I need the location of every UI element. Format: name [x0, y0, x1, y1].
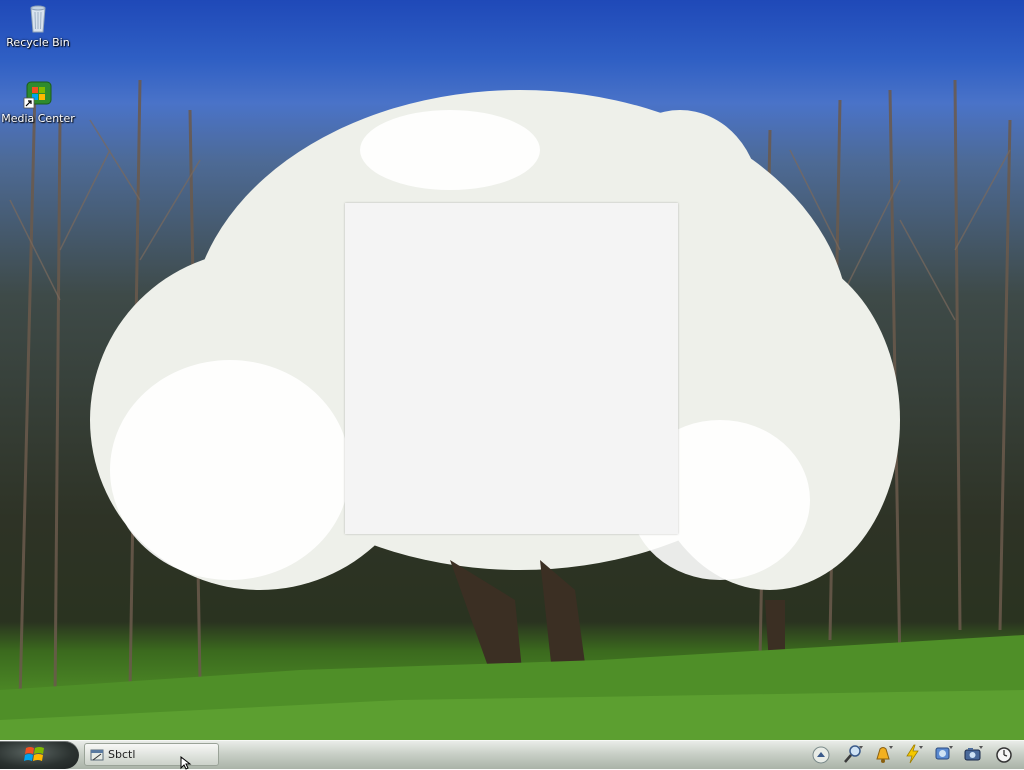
start-button[interactable] [0, 741, 79, 769]
recycle-bin-icon [30, 5, 46, 33]
desktop-icon-label: Recycle Bin [6, 36, 70, 49]
desktop: Recycle Bin Media Center [0, 0, 1024, 740]
network-icon[interactable] [932, 743, 954, 765]
system-tray [806, 741, 1024, 769]
power-icon[interactable] [902, 743, 924, 765]
magnifier-icon[interactable] [842, 743, 864, 765]
desktop-icon-media-center[interactable]: Media Center [0, 78, 76, 125]
desktop-icon-recycle-bin[interactable]: Recycle Bin [0, 2, 76, 49]
camera-icon[interactable] [962, 743, 984, 765]
window-app-icon [90, 749, 104, 761]
taskbar-button-label: Sbctl [108, 748, 136, 761]
desktop-icon-label: Media Center [1, 112, 75, 125]
taskbar-button-sbctl[interactable]: Sbctl [84, 743, 219, 766]
blank-window[interactable] [345, 203, 678, 534]
notification-bell-icon[interactable] [872, 743, 894, 765]
clock-icon[interactable] [994, 743, 1016, 765]
windows-logo-icon [24, 747, 44, 761]
media-center-icon [23, 81, 52, 109]
show-hidden-icons-arrow-icon[interactable] [810, 743, 832, 765]
taskbar: Sbctl [0, 740, 1024, 769]
